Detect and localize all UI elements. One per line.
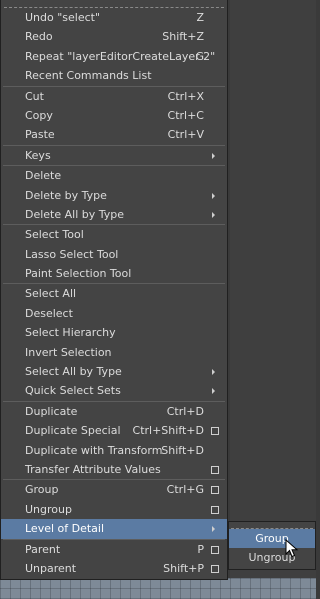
menu-items: Undo "select" Z Redo Shift+Z Repeat "layerEd… (1, 8, 227, 578)
menu-item-label: Select All (25, 287, 77, 301)
menu-item-undo-select[interactable]: Undo "select" Z (1, 8, 227, 27)
menu-item-label: Keys (25, 148, 51, 162)
menu-item-quick-select-sets[interactable]: Quick Select Sets (1, 381, 227, 400)
menu-item-redo[interactable]: Redo Shift+Z (1, 27, 227, 46)
option-box-icon[interactable] (211, 486, 219, 495)
option-box-icon[interactable] (211, 427, 219, 436)
menu-item-label: Invert Selection (25, 345, 112, 359)
menu-item-deselect[interactable]: Deselect (1, 304, 227, 323)
menu-item-duplicate-special[interactable]: Duplicate Special Ctrl+Shift+D (1, 421, 227, 440)
menu-item-label: Select Tool (25, 228, 84, 242)
menu-item-label: Group (25, 483, 59, 497)
menu-item-label: Repeat "layerEditorCreateLayer 2" (25, 49, 216, 63)
option-box-icon[interactable] (211, 545, 219, 554)
menu-item-shortcut: Ctrl+X (167, 89, 204, 103)
menu-item-label: Level of Detail (25, 522, 105, 536)
menu-item-unparent[interactable]: Unparent Shift+P (1, 559, 227, 578)
submenu-arrow-icon (212, 388, 215, 395)
menu-item-shortcut: G (195, 49, 204, 63)
menu-item-shortcut: Ctrl+G (166, 483, 204, 497)
menu-item-label: Cut (25, 89, 44, 103)
menu-item-label: Transfer Attribute Values (25, 462, 161, 476)
menu-item-duplicate-with-transform[interactable]: Duplicate with Transform Shift+D (1, 441, 227, 460)
option-box-icon[interactable] (211, 505, 219, 514)
mouse-cursor-icon (285, 539, 299, 558)
submenu-arrow-icon (212, 369, 215, 376)
menu-item-copy[interactable]: Copy Ctrl+C (1, 106, 227, 125)
menu-item-duplicate[interactable]: Duplicate Ctrl+D (1, 402, 227, 421)
menu-item-label: Delete All by Type (25, 207, 125, 221)
menu-item-label: Quick Select Sets (25, 384, 121, 398)
submenu-arrow-icon (212, 526, 215, 533)
menu-item-parent[interactable]: Parent P (1, 540, 227, 559)
menu-item-invert-selection[interactable]: Invert Selection (1, 343, 227, 362)
menu-item-select-all[interactable]: Select All (1, 284, 227, 303)
menu-item-label: Lasso Select Tool (25, 247, 119, 261)
menu-item-label: Deselect (25, 306, 73, 320)
menu-item-label: Duplicate with Transform (25, 443, 163, 457)
menu-item-select-hierarchy[interactable]: Select Hierarchy (1, 323, 227, 342)
menu-item-select-tool[interactable]: Select Tool (1, 225, 227, 244)
menu-item-label: Duplicate Special (25, 424, 121, 438)
submenu-arrow-icon (212, 152, 215, 159)
menu-item-label: Undo "select" (25, 11, 101, 24)
menu-item-label: Copy (25, 108, 53, 122)
menu-item-delete-by-type[interactable]: Delete by Type (1, 186, 227, 205)
menu-item-label: Delete (25, 169, 62, 183)
menu-item-delete-all-by-type[interactable]: Delete All by Type (1, 205, 227, 224)
menu-item-label: Ungroup (25, 502, 72, 516)
menu-item-label: Duplicate (25, 404, 78, 418)
menu-item-lasso-select-tool[interactable]: Lasso Select Tool (1, 245, 227, 264)
menu-item-label: Paste (25, 128, 55, 142)
menu-item-label: Recent Commands List (25, 69, 152, 83)
menu-item-paint-selection-tool[interactable]: Paint Selection Tool (1, 264, 227, 283)
menu-item-paste[interactable]: Paste Ctrl+V (1, 125, 227, 144)
menu-item-label: Redo (25, 30, 53, 44)
menu-item-keys[interactable]: Keys (1, 146, 227, 165)
menu-item-label: Unparent (25, 561, 77, 575)
menu-item-select-all-by-type[interactable]: Select All by Type (1, 362, 227, 381)
option-box-icon[interactable] (211, 465, 219, 474)
submenu-item-group[interactable]: Group (229, 529, 315, 548)
submenu-item-ungroup[interactable]: Ungroup (229, 548, 315, 567)
submenu-tear-off-handle[interactable] (231, 522, 313, 529)
menu-item-cut[interactable]: Cut Ctrl+X (1, 87, 227, 106)
menu-item-shortcut: Ctrl+D (166, 404, 204, 418)
menu-item-label: Paint Selection Tool (25, 267, 132, 281)
menu-item-level-of-detail[interactable]: Level of Detail (1, 519, 227, 539)
menu-item-label: Delete by Type (25, 188, 107, 202)
menu-item-group[interactable]: Group Ctrl+G (1, 480, 227, 499)
tear-off-handle[interactable] (4, 0, 224, 8)
menu-item-shortcut: Ctrl+C (167, 108, 204, 122)
menu-item-shortcut: Ctrl+V (167, 128, 204, 142)
background-panel (230, 0, 316, 599)
menu-item-repeat-layereditorcreatelayer-2[interactable]: Repeat "layerEditorCreateLayer 2" G (1, 47, 227, 66)
viewport-grid (0, 578, 316, 599)
menu-item-label: Select All by Type (25, 365, 122, 379)
menu-item-shortcut: Z (196, 11, 204, 24)
menu-item-recent-commands-list[interactable]: Recent Commands List (1, 66, 227, 85)
option-box-icon[interactable] (211, 564, 219, 573)
submenu-arrow-icon (212, 211, 215, 218)
menu-item-shortcut: Shift+P (163, 561, 204, 575)
menu-item-shortcut: Shift+Z (162, 30, 204, 44)
menu-item-shortcut: Shift+D (161, 443, 204, 457)
menu-item-delete[interactable]: Delete (1, 166, 227, 185)
submenu-items: Group Ungroup (229, 529, 315, 567)
menu-item-ungroup[interactable]: Ungroup (1, 500, 227, 519)
menu-item-label: Select Hierarchy (25, 326, 116, 340)
level-of-detail-submenu: Group Ungroup (228, 521, 316, 570)
menu-item-label: Parent (25, 542, 61, 556)
menu-item-transfer-attribute-values[interactable]: Transfer Attribute Values (1, 460, 227, 479)
menu-item-shortcut: P (197, 542, 204, 556)
menu-item-shortcut: Ctrl+Shift+D (132, 424, 204, 438)
submenu-arrow-icon (212, 192, 215, 199)
edit-menu: Undo "select" Z Redo Shift+Z Repeat "layerEd… (0, 0, 228, 580)
